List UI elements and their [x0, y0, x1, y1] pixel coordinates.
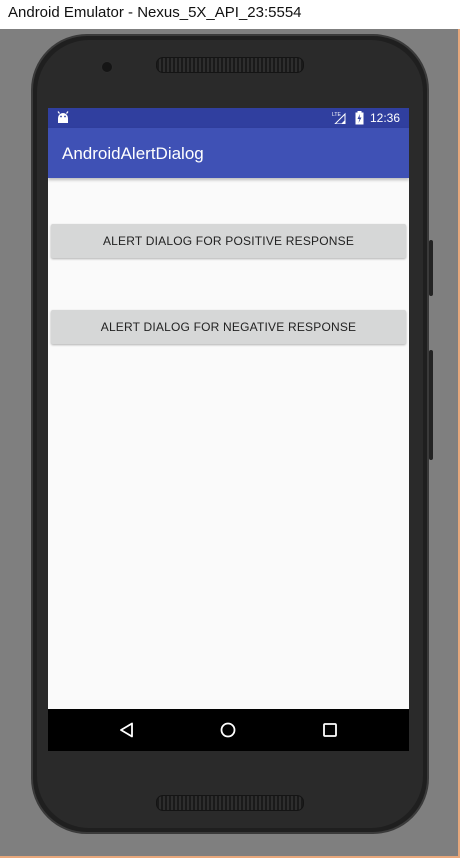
- status-clock: 12:36: [370, 111, 401, 125]
- power-button[interactable]: [429, 240, 433, 296]
- android-icon: [57, 111, 69, 123]
- svg-text:LTE: LTE: [332, 112, 341, 118]
- emulator-window-title: Android Emulator - Nexus_5X_API_23:5554: [8, 4, 302, 21]
- app-bar: AndroidAlertDialog: [48, 128, 409, 178]
- navigation-bar: [48, 709, 409, 751]
- bottom-speaker: [156, 795, 304, 811]
- front-camera: [101, 61, 113, 73]
- lte-signal-icon: LTE: [332, 112, 346, 124]
- positive-response-button[interactable]: ALERT DIALOG FOR POSITIVE RESPONSE: [51, 224, 406, 258]
- device-screen: LTE 12:36 AndroidAlertDialog ALERT DIALO…: [48, 108, 409, 751]
- negative-response-button[interactable]: ALERT DIALOG FOR NEGATIVE RESPONSE: [51, 310, 406, 344]
- battery-charging-icon: [355, 111, 364, 125]
- home-icon[interactable]: [220, 722, 236, 738]
- app-title: AndroidAlertDialog: [62, 144, 204, 163]
- status-bar: LTE 12:36: [48, 108, 409, 128]
- emulator-titlebar[interactable]: Android Emulator - Nexus_5X_API_23:5554: [0, 0, 460, 29]
- earpiece-speaker: [156, 57, 304, 73]
- recents-icon[interactable]: [323, 723, 337, 737]
- volume-button[interactable]: [429, 350, 433, 460]
- back-icon[interactable]: [119, 722, 135, 738]
